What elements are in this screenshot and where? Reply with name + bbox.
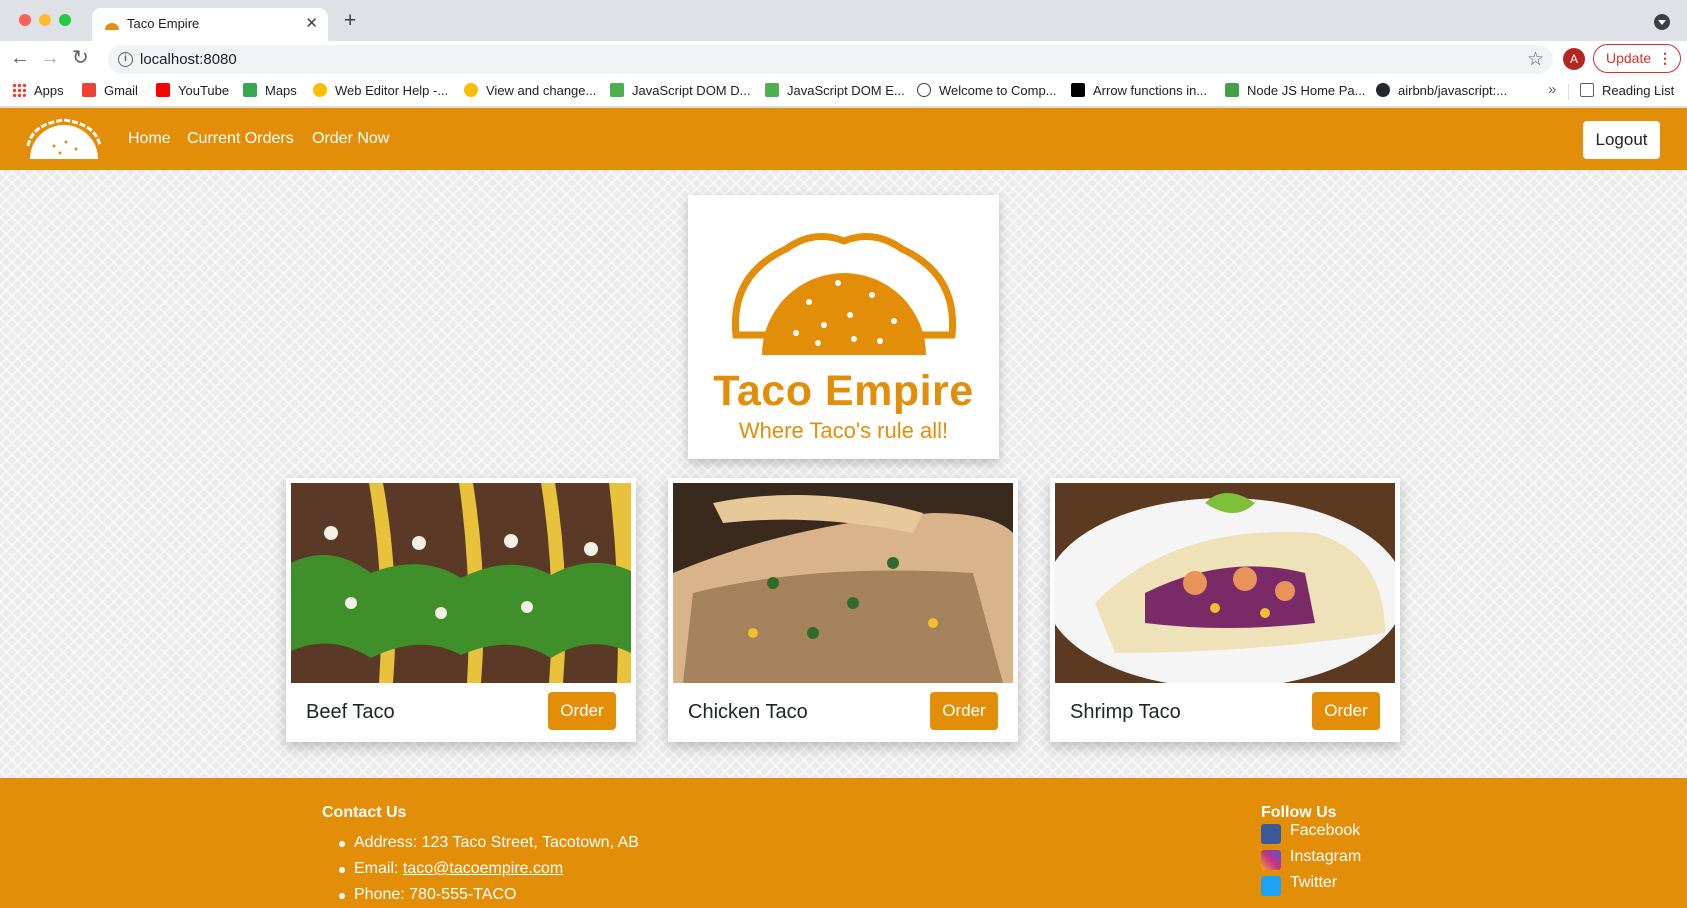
bookmark-gmail[interactable]: Gmail <box>82 83 138 98</box>
menu-item-name: Shrimp Taco <box>1070 701 1181 723</box>
bookmark-airbnb-javascript[interactable]: airbnb/javascript:... <box>1376 83 1507 98</box>
more-bookmarks-icon[interactable]: » <box>1548 81 1556 98</box>
globe-icon <box>917 83 931 97</box>
w3schools-icon <box>610 83 624 97</box>
bookmark-arrow-functions[interactable]: Arrow functions in... <box>1071 83 1207 98</box>
facebook-icon <box>1261 824 1281 844</box>
address-bar[interactable]: i localhost:8080 ☆ <box>108 45 1553 74</box>
reload-icon[interactable]: ↻ <box>72 47 89 69</box>
twitter-icon <box>1261 876 1281 896</box>
nav-link-home[interactable]: Home <box>128 130 171 148</box>
contact-list: Address: 123 Taco Street, Tacotown, AB E… <box>322 830 639 908</box>
tab-title: Taco Empire <box>127 16 200 31</box>
nav-link-order-now[interactable]: Order Now <box>312 130 389 148</box>
taco-emblem-icon <box>731 233 957 355</box>
email-link[interactable]: taco@tacoempire.com <box>403 860 563 877</box>
browser-tab[interactable]: Taco Empire ✕ <box>92 8 328 41</box>
tab-close-icon[interactable]: ✕ <box>305 14 318 32</box>
update-button[interactable]: Update ⋮ <box>1593 44 1681 73</box>
bookmark-js-dom-d[interactable]: JavaScript DOM D... <box>610 83 750 98</box>
beef-taco-image <box>291 483 631 683</box>
contact-email: Email: taco@tacoempire.com <box>322 856 639 882</box>
apps-grid-icon <box>12 83 26 97</box>
nav-link-current-orders[interactable]: Current Orders <box>187 130 294 148</box>
bookmark-youtube[interactable]: YouTube <box>156 83 229 98</box>
forward-arrow-icon[interactable]: → <box>40 47 60 69</box>
url-text[interactable]: localhost:8080 <box>140 51 237 68</box>
menu-card-beef-taco: Beef Taco Order <box>286 478 636 742</box>
menu-card-chicken-taco: Chicken Taco Order <box>668 478 1018 742</box>
contact-address: Address: 123 Taco Street, Tacotown, AB <box>322 830 639 856</box>
bookmark-view-and-change[interactable]: View and change... <box>464 83 596 98</box>
reading-list-icon <box>1580 83 1594 97</box>
bookmark-star-icon[interactable]: ☆ <box>1527 48 1544 71</box>
hero-tagline: Where Taco's rule all! <box>738 418 949 443</box>
site-info-icon[interactable]: i <box>118 52 133 67</box>
order-beef-taco-button[interactable]: Order <box>548 692 616 730</box>
bookmark-js-dom-e[interactable]: JavaScript DOM E... <box>765 83 905 98</box>
contact-phone: Phone: 780-555-TACO <box>322 882 639 908</box>
reading-list[interactable]: Reading List <box>1580 83 1674 98</box>
maps-icon <box>243 83 257 97</box>
chicken-taco-image <box>673 483 1013 683</box>
bookmark-node-js[interactable]: Node JS Home Pa... <box>1225 83 1366 98</box>
contact-heading: Contact Us <box>322 804 407 821</box>
taco-favicon-icon <box>105 23 119 30</box>
profile-avatar[interactable]: A <box>1563 48 1585 70</box>
menu-card-shrimp-taco: Shrimp Taco Order <box>1050 478 1400 742</box>
bookmark-web-editor-help[interactable]: Web Editor Help -... <box>313 83 448 98</box>
hero-logo-card: Taco Empire Where Taco's rule all! <box>688 195 999 459</box>
order-chicken-taco-button[interactable]: Order <box>930 692 998 730</box>
gmail-icon <box>82 83 96 97</box>
instagram-icon <box>1261 850 1281 870</box>
nodejs-icon <box>1225 83 1239 97</box>
close-window-button[interactable] <box>19 14 31 26</box>
logout-button[interactable]: Logout <box>1583 121 1660 159</box>
bookmark-apps[interactable]: Apps <box>12 83 64 98</box>
medium-icon <box>1071 83 1085 97</box>
chrome-icon <box>464 83 478 97</box>
minimize-window-button[interactable] <box>39 14 51 26</box>
bookmarks-bar: Apps Gmail YouTube Maps Web Editor Help … <box>0 77 1687 107</box>
order-shrimp-taco-button[interactable]: Order <box>1312 692 1380 730</box>
bookmarks-divider <box>1568 84 1569 100</box>
hero-title: Taco Empire <box>713 367 974 415</box>
chrome-icon <box>313 83 327 97</box>
browser-toolbar: ← → ↻ i localhost:8080 ☆ <box>0 41 1687 77</box>
back-arrow-icon[interactable]: ← <box>10 47 30 69</box>
update-label: Update <box>1606 50 1652 66</box>
new-tab-icon[interactable]: + <box>344 9 356 33</box>
maximize-window-button[interactable] <box>59 14 71 26</box>
bookmark-welcome[interactable]: Welcome to Comp... <box>917 83 1057 98</box>
browser-tab-strip: Taco Empire ✕ + <box>0 0 1687 41</box>
menu-item-name: Beef Taco <box>306 701 395 723</box>
bookmark-maps[interactable]: Maps <box>243 83 297 98</box>
w3schools-icon <box>765 83 779 97</box>
shrimp-taco-image <box>1055 483 1395 683</box>
youtube-icon <box>156 83 170 97</box>
github-icon <box>1376 83 1390 97</box>
page-content: Home Current Orders Order Now Logout Tac… <box>0 108 1687 908</box>
menu-item-name: Chicken Taco <box>688 701 808 723</box>
site-navbar: Home Current Orders Order Now Logout <box>0 108 1687 170</box>
site-footer: Contact Us Address: 123 Taco Street, Tac… <box>0 778 1687 908</box>
tab-search-icon[interactable] <box>1654 14 1670 30</box>
taco-logo-icon[interactable] <box>26 116 102 162</box>
menu-dots-icon: ⋮ <box>1658 50 1672 66</box>
follow-heading: Follow Us <box>1261 804 1337 821</box>
